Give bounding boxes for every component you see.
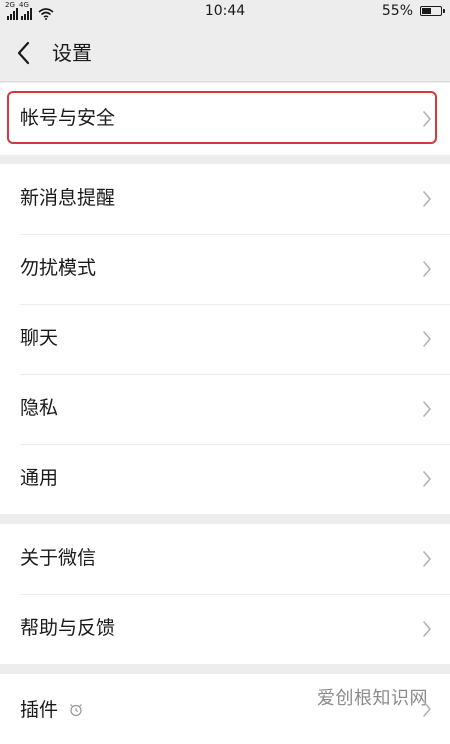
settings-group-plugins: 插件 爱创根知识网: [0, 674, 450, 744]
settings-item-privacy[interactable]: 隐私: [0, 374, 450, 444]
chevron-right-icon: [423, 471, 431, 487]
settings-item-label: 插件: [20, 699, 59, 721]
chevron-right-icon: [423, 551, 431, 567]
battery-status: 55%: [381, 3, 445, 19]
settings-item-plugins[interactable]: 插件 爱创根知识网: [0, 674, 450, 744]
settings-item-label: 帐号与安全: [20, 107, 116, 129]
title-bar: 设置: [0, 24, 450, 82]
chevron-right-icon: [423, 261, 431, 277]
battery-fill: [422, 8, 431, 14]
chevron-left-icon[interactable]: [12, 38, 38, 68]
status-bar: 2G 4G 10:44 55%: [0, 0, 450, 24]
plugin-icon: [70, 704, 82, 717]
settings-item-label: 帮助与反馈: [20, 617, 116, 639]
settings-item-label: 通用: [20, 467, 59, 489]
watermark: 爱创根知识网: [317, 688, 428, 709]
chevron-right-icon: [423, 191, 431, 207]
settings-item-label: 勿扰模式: [20, 257, 97, 279]
settings-item-do-not-disturb[interactable]: 勿扰模式: [0, 234, 450, 304]
settings-item-new-message-alerts[interactable]: 新消息提醒: [0, 164, 450, 234]
chevron-right-icon: [423, 111, 431, 127]
settings-item-label: 新消息提醒: [20, 187, 116, 209]
chevron-right-icon: [423, 331, 431, 347]
plugin-label-wrap: 插件: [20, 697, 84, 723]
settings-item-label: 隐私: [20, 397, 59, 419]
settings-item-about-wechat[interactable]: 关于微信: [0, 524, 450, 594]
settings-group-about: 关于微信 帮助与反馈: [0, 524, 450, 664]
settings-item-label: 聊天: [20, 327, 59, 349]
settings-item-general[interactable]: 通用: [0, 444, 450, 514]
settings-item-help-feedback[interactable]: 帮助与反馈: [0, 594, 450, 664]
chevron-right-icon: [423, 401, 431, 417]
battery-icon: [420, 6, 445, 16]
settings-item-account-security[interactable]: 帐号与安全: [0, 83, 450, 155]
settings-item-chat[interactable]: 聊天: [0, 304, 450, 374]
battery-percent: 55%: [381, 3, 413, 19]
page-title: 设置: [52, 41, 92, 65]
chevron-right-icon: [423, 701, 431, 717]
settings-group-account: 帐号与安全: [0, 83, 450, 155]
chevron-right-icon: [423, 621, 431, 637]
settings-group-general: 新消息提醒 勿扰模式 聊天 隐私 通用: [0, 164, 450, 514]
settings-item-label: 关于微信: [20, 547, 97, 569]
